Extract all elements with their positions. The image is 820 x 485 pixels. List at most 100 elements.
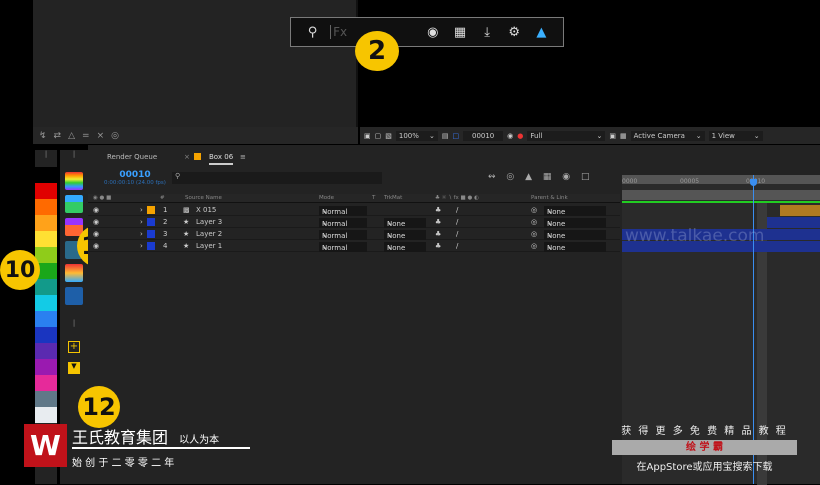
color-swatch[interactable] bbox=[35, 407, 57, 423]
vr-icon[interactable]: ▧ bbox=[385, 132, 392, 140]
mode-dropdown[interactable]: Normal ⌄ bbox=[319, 206, 367, 216]
color-swatch[interactable] bbox=[35, 359, 57, 375]
new-comp-icon[interactable]: = bbox=[82, 131, 90, 141]
camera-dropdown[interactable]: Active Camera ⌄ bbox=[630, 130, 705, 141]
quality-icon[interactable]: / bbox=[456, 218, 458, 226]
color-swatch[interactable] bbox=[35, 247, 57, 263]
mode-dropdown[interactable]: Normal ⌄ bbox=[319, 230, 367, 240]
shy-icon[interactable]: ♣ bbox=[435, 230, 441, 238]
layer-bar-2[interactable] bbox=[767, 217, 820, 228]
dropdown-icon[interactable]: ▼ bbox=[68, 362, 80, 374]
mask-icon[interactable]: □ bbox=[453, 132, 460, 140]
expand-chevron-icon[interactable]: › bbox=[140, 242, 143, 250]
mode-dropdown[interactable]: Normal ⌄ bbox=[319, 218, 367, 228]
trkmat-dropdown[interactable]: None ⌄ bbox=[384, 242, 426, 252]
always-preview-icon[interactable]: ▣ bbox=[364, 132, 371, 140]
layer-row[interactable]: ◉ › 2 ★ Layer 3 Normal ⌄ None ⌄ ♣ / ◎ No… bbox=[88, 216, 620, 228]
transparency-icon[interactable]: ▦ bbox=[620, 132, 627, 140]
add-icon[interactable]: + bbox=[68, 341, 80, 353]
col-source-name[interactable]: Source Name bbox=[185, 195, 222, 201]
visibility-eye-icon[interactable]: ◉ bbox=[93, 230, 99, 238]
color-swatch[interactable] bbox=[35, 391, 57, 407]
layer-name[interactable]: Layer 2 bbox=[196, 230, 222, 238]
layer-bar-1[interactable] bbox=[780, 205, 820, 216]
tab-box-06[interactable]: Box 06 bbox=[209, 153, 234, 165]
layer-row[interactable]: ◉ › 1 ▩ X 015 Normal ⌄ ♣ / ◎ None ⌄ bbox=[88, 204, 620, 216]
settings-icon[interactable]: ◎ bbox=[111, 131, 119, 141]
visibility-eye-icon[interactable]: ◉ bbox=[93, 242, 99, 250]
color-swatch[interactable] bbox=[35, 215, 57, 231]
expand-chevron-icon[interactable]: › bbox=[140, 230, 143, 238]
pickwhip-icon[interactable]: ◎ bbox=[531, 230, 537, 238]
flowchart-icon[interactable]: ↯ bbox=[39, 131, 47, 141]
shy-icon[interactable]: ♣ bbox=[435, 206, 441, 214]
region-icon[interactable]: ▣ bbox=[609, 132, 616, 140]
color-swatch[interactable] bbox=[35, 183, 57, 199]
label-color-icon[interactable] bbox=[147, 230, 155, 238]
parent-dropdown[interactable]: None ⌄ bbox=[544, 230, 606, 240]
visibility-eye-icon[interactable]: ◉ bbox=[93, 218, 99, 226]
label-color-icon[interactable] bbox=[147, 242, 155, 250]
pickwhip-icon[interactable]: ◎ bbox=[531, 218, 537, 226]
grid-icon[interactable]: ▤ bbox=[442, 132, 449, 140]
gallery-icon[interactable]: ▦ bbox=[446, 25, 473, 40]
layer-search-input[interactable]: ⚲ bbox=[172, 172, 382, 184]
color-swatch[interactable] bbox=[35, 231, 57, 247]
quality-icon[interactable]: / bbox=[456, 242, 458, 250]
expand-chevron-icon[interactable]: › bbox=[140, 206, 143, 214]
color-layers-icon[interactable] bbox=[65, 264, 83, 282]
expand-chevron-icon[interactable]: › bbox=[140, 218, 143, 226]
color-swatch[interactable] bbox=[35, 327, 57, 343]
layer-name[interactable]: Layer 1 bbox=[196, 242, 222, 250]
color-swatch[interactable] bbox=[35, 199, 57, 215]
color-swatch[interactable] bbox=[35, 295, 57, 311]
quality-icon[interactable]: / bbox=[456, 230, 458, 238]
search-icon[interactable]: ⚲ bbox=[299, 25, 326, 40]
layer-name[interactable]: Layer 3 bbox=[196, 218, 222, 226]
quality-icon[interactable]: / bbox=[456, 206, 458, 214]
color-swatch[interactable] bbox=[35, 375, 57, 391]
views-dropdown[interactable]: 1 View ⌄ bbox=[708, 130, 763, 141]
interpret-icon[interactable]: ⇄ bbox=[54, 131, 62, 141]
shy-icon[interactable]: ♣ bbox=[435, 242, 441, 250]
pickwhip-icon[interactable]: ◎ bbox=[531, 242, 537, 250]
gear-icon[interactable]: ⚙ bbox=[501, 25, 528, 40]
timeline-switches[interactable]: ↭ ◎ ▲ ▦ ◉ □ bbox=[488, 172, 589, 182]
color-swatch[interactable] bbox=[35, 311, 57, 327]
monitor-icon[interactable]: ▢ bbox=[375, 132, 382, 140]
snapshot-icon[interactable]: ◉ bbox=[507, 132, 513, 140]
rainbow-script-icon[interactable] bbox=[65, 172, 83, 190]
color-swatch[interactable] bbox=[35, 167, 57, 183]
layer-stack-icon[interactable] bbox=[65, 195, 83, 213]
camera-icon[interactable]: ◉ bbox=[419, 25, 446, 40]
current-timecode[interactable]: 00010 bbox=[100, 170, 170, 180]
resolution-dropdown[interactable]: Full ⌄ bbox=[527, 130, 606, 141]
trkmat-dropdown[interactable]: None ⌄ bbox=[384, 230, 426, 240]
folder-icon[interactable]: △ bbox=[68, 131, 75, 141]
tab-render-queue[interactable]: Render Queue bbox=[107, 153, 157, 161]
delete-icon[interactable]: × bbox=[97, 131, 105, 141]
close-tab-icon[interactable]: × bbox=[184, 153, 190, 161]
color-swatch[interactable] bbox=[35, 279, 57, 295]
work-area-bar[interactable] bbox=[622, 175, 820, 184]
panel-menu-icon[interactable]: ≡ bbox=[240, 153, 246, 161]
download-icon[interactable]: ⤓ bbox=[474, 25, 501, 40]
plugin-logo-icon[interactable]: ▲ bbox=[528, 25, 555, 40]
parent-dropdown[interactable]: None ⌄ bbox=[544, 242, 606, 252]
zoom-dropdown[interactable]: 100% ⌄ bbox=[395, 130, 438, 141]
label-color-icon[interactable] bbox=[147, 218, 155, 226]
mode-dropdown[interactable]: Normal ⌄ bbox=[319, 242, 367, 252]
parent-dropdown[interactable]: None ⌄ bbox=[544, 206, 606, 216]
channel-icon[interactable]: ● bbox=[517, 132, 523, 140]
visibility-eye-icon[interactable]: ◉ bbox=[93, 206, 99, 214]
label-color-icon[interactable] bbox=[147, 206, 155, 214]
parent-dropdown[interactable]: None ⌄ bbox=[544, 218, 606, 228]
timecode-field[interactable]: 00010 bbox=[463, 130, 504, 141]
pickwhip-icon[interactable]: ◎ bbox=[531, 206, 537, 214]
trkmat-dropdown[interactable]: None ⌄ bbox=[384, 218, 426, 228]
layer-name[interactable]: X 015 bbox=[196, 206, 216, 214]
shy-icon[interactable]: ♣ bbox=[435, 218, 441, 226]
layer-row[interactable]: ◉ › 4 ★ Layer 1 Normal ⌄ None ⌄ ♣ / ◎ No… bbox=[88, 240, 620, 252]
settings-gear-icon[interactable] bbox=[65, 287, 83, 305]
color-swatch[interactable] bbox=[35, 343, 57, 359]
